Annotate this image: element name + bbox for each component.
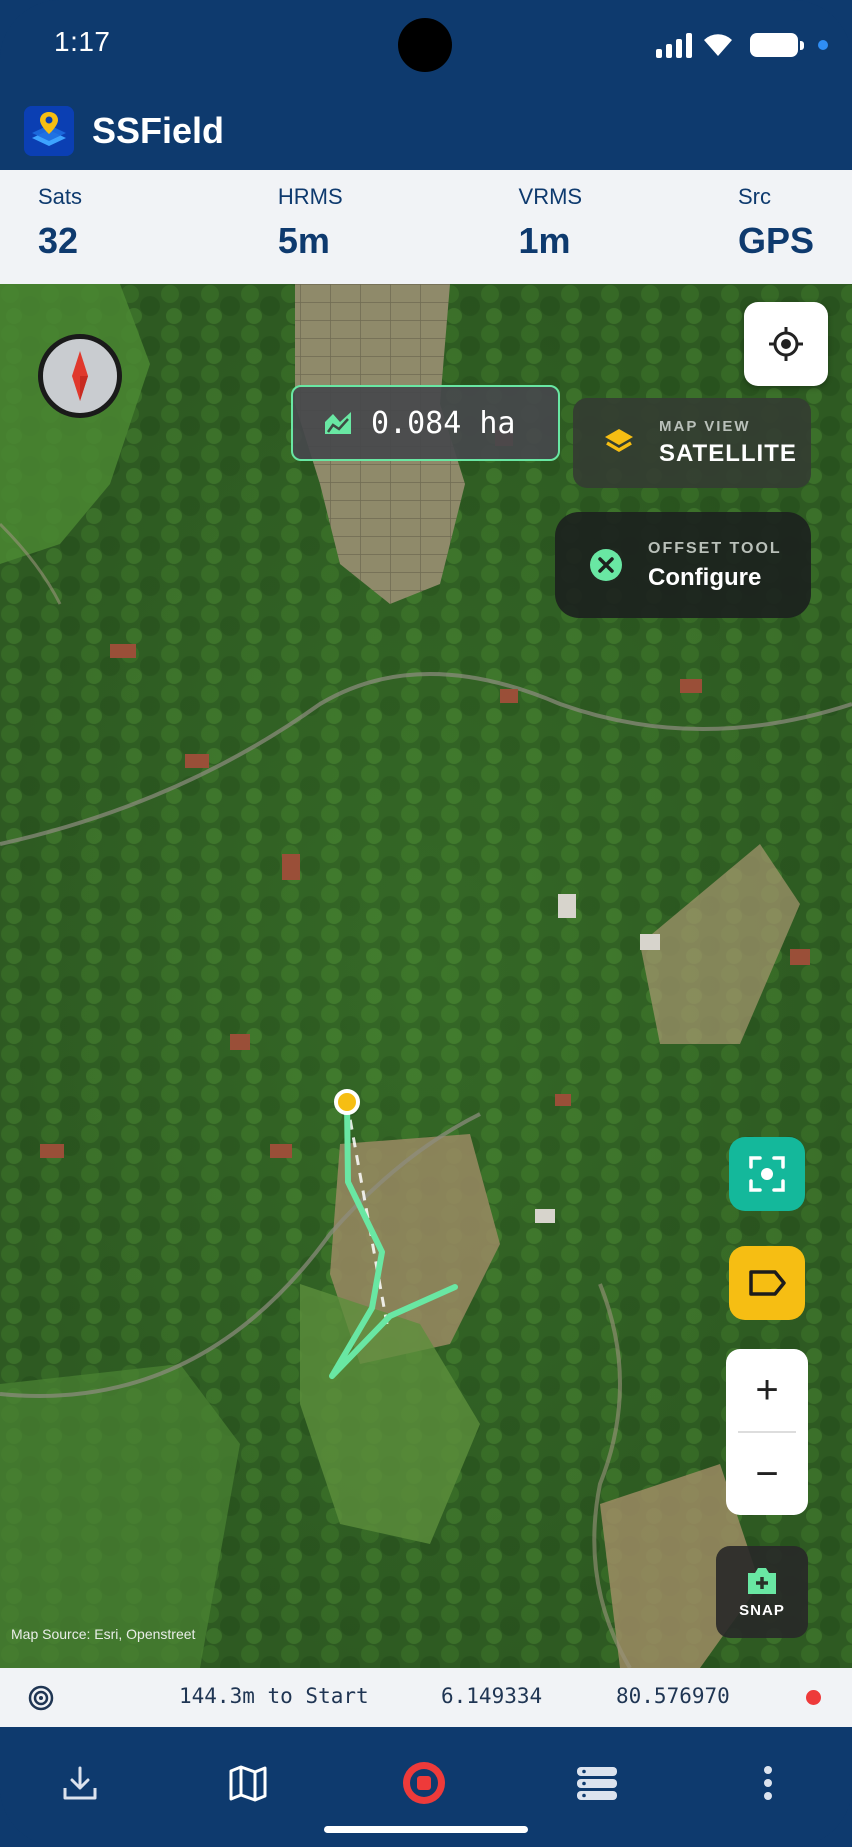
download-icon [63, 1766, 97, 1800]
stat-label: VRMS [518, 184, 583, 209]
home-indicator[interactable] [324, 1826, 528, 1833]
stat-vrms: VRMS 1m [519, 184, 583, 284]
zoom-in-button[interactable]: + [726, 1349, 808, 1431]
tag-button[interactable] [729, 1246, 805, 1320]
stat-value: 1m [518, 220, 571, 261]
label-icon [749, 1270, 786, 1296]
more-vert-icon [764, 1766, 772, 1800]
status-time: 1:17 [54, 26, 111, 57]
area-icon [325, 412, 351, 434]
stat-value: 5m [277, 220, 330, 261]
layers-icon [605, 429, 633, 453]
stop-record-icon [403, 1762, 445, 1804]
battery-icon [750, 33, 804, 57]
notification-dot [818, 40, 828, 50]
start-point-marker [334, 1089, 360, 1115]
map-view-toggle[interactable]: MAP VIEW SATELLITE [573, 398, 811, 488]
stat-value: GPS [737, 220, 814, 261]
snap-label: SNAP [739, 1601, 785, 1619]
offset-tool-value: Configure [648, 564, 762, 591]
status-bar: 1:17 [0, 0, 852, 92]
stat-label: Sats [38, 184, 83, 209]
status-icons [656, 28, 828, 62]
signal-icon [656, 32, 692, 58]
camera-cutout [398, 18, 452, 72]
phone-screen: 1:17 SSField Sats 32 HRMS 5m VRMS 1m Src… [0, 0, 852, 1847]
offset-tool-button[interactable]: OFFSET TOOL Configure [555, 512, 811, 618]
close-circle-icon [590, 549, 622, 581]
wifi-icon [704, 34, 732, 56]
map-attribution: Map Source: Esri, Openstreet [11, 1626, 196, 1642]
compass-icon [72, 351, 88, 401]
stat-label: Src [737, 184, 771, 209]
target-icon [28, 1685, 54, 1711]
stat-value: 32 [38, 220, 79, 261]
snap-button[interactable]: SNAP [716, 1546, 808, 1638]
locate-me-button[interactable] [744, 302, 828, 386]
app-bar: SSField [0, 92, 852, 170]
compass-button[interactable] [38, 334, 122, 418]
satellite-imagery [0, 284, 852, 1668]
recording-indicator [806, 1690, 821, 1705]
more-options-button[interactable] [740, 1755, 796, 1811]
zoom-control: + − [726, 1349, 808, 1515]
stat-label: HRMS [277, 184, 343, 209]
map-view-caption: MAP VIEW [659, 418, 751, 435]
gnss-stats-bar: Sats 32 HRMS 5m VRMS 1m Src GPS [0, 170, 852, 284]
fit-bounds-button[interactable] [729, 1137, 805, 1211]
offset-tool-caption: OFFSET TOOL [648, 540, 782, 557]
stat-sats: Sats 32 [38, 184, 82, 284]
stop-recording-button[interactable] [396, 1755, 452, 1811]
crosshair-icon [769, 327, 803, 361]
download-button[interactable] [52, 1755, 108, 1811]
longitude-value: 80.576970 [616, 1684, 730, 1708]
latitude-value: 6.149334 [441, 1684, 543, 1708]
stat-source: Src GPS [738, 184, 814, 284]
app-title: SSField [92, 110, 225, 151]
position-info-bar: 144.3m to Start 6.149334 80.576970 [0, 1668, 852, 1727]
area-value: 0.084 ha [371, 405, 516, 441]
zoom-out-button[interactable]: − [726, 1433, 808, 1515]
records-list-button[interactable] [569, 1755, 625, 1811]
map-view-value: SATELLITE [659, 440, 797, 467]
area-display: 0.084 ha [291, 385, 560, 461]
camera-add-icon [748, 1567, 776, 1594]
stat-hrms: HRMS 5m [278, 184, 343, 284]
map-button[interactable] [220, 1755, 276, 1811]
layers-list-icon [577, 1767, 617, 1800]
app-logo-icon [24, 106, 74, 156]
distance-to-start: 144.3m to Start [179, 1684, 369, 1708]
map-icon [229, 1765, 267, 1802]
focus-frame-icon [749, 1156, 785, 1192]
map-canvas[interactable]: 0.084 ha MAP VIEW SATELLITE OFFSET TOOL … [0, 284, 852, 1668]
